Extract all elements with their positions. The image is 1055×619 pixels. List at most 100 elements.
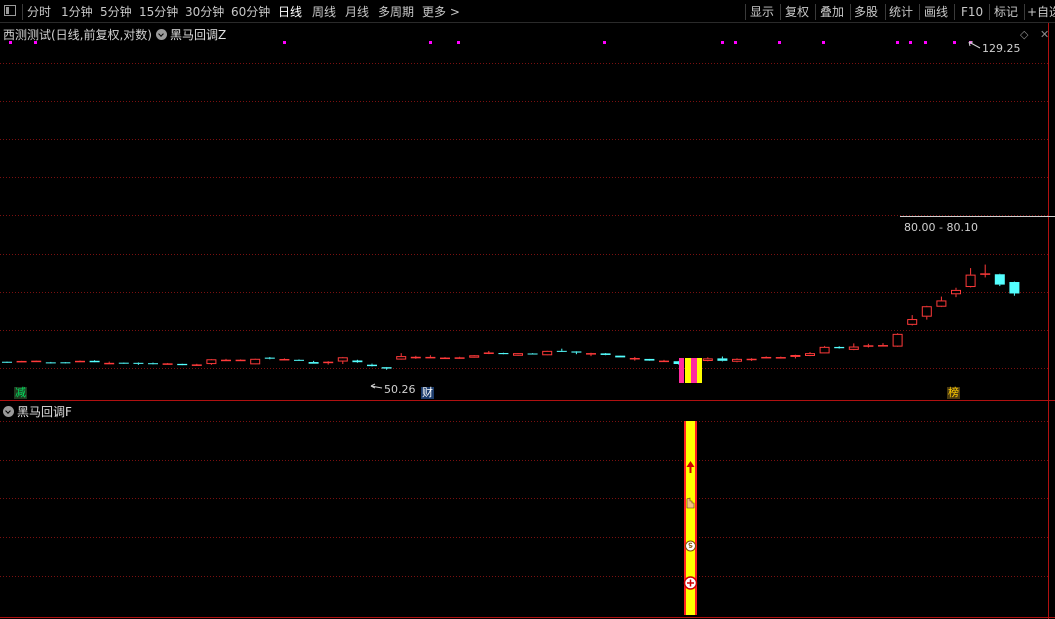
signal-dot — [429, 41, 432, 44]
candle-body — [790, 355, 801, 357]
kline-chart[interactable] — [0, 0, 1055, 619]
candle-body — [133, 362, 144, 364]
candle-body — [60, 362, 71, 364]
candle-body — [221, 359, 231, 362]
candle-body — [863, 345, 874, 347]
signal-dot — [734, 41, 737, 44]
ranking-tag[interactable]: 榜 — [947, 387, 960, 399]
candle-body — [352, 360, 363, 363]
candle-body — [775, 357, 786, 359]
candle-body — [951, 289, 961, 295]
sub-indicator-panel — [683, 421, 698, 615]
candle-body — [31, 360, 42, 363]
candle-body — [615, 355, 626, 358]
annotation-overlays — [370, 41, 1055, 389]
signal-dot — [721, 41, 724, 44]
candle-body — [980, 273, 991, 275]
candle-body — [279, 358, 290, 361]
chart-grid — [0, 23, 1055, 619]
candle-body — [177, 363, 188, 366]
candle-body — [848, 346, 859, 350]
candle-body — [1009, 282, 1020, 294]
candle-body — [440, 357, 450, 360]
candle-body — [367, 364, 377, 367]
candle-body — [162, 363, 173, 365]
candle-body — [819, 346, 830, 354]
candle-body — [892, 333, 903, 347]
signal-dot — [924, 41, 927, 44]
candle-body — [921, 306, 932, 317]
candle-body — [104, 362, 115, 365]
reduce-tag[interactable]: 减 — [14, 387, 27, 399]
candle-body — [2, 361, 12, 363]
candle-body — [469, 355, 480, 358]
close-icon[interactable]: ✕ — [1040, 28, 1049, 41]
sub-indicator-name[interactable]: 黑马回调F — [17, 405, 72, 419]
candle-body — [75, 360, 85, 363]
candle-body — [323, 361, 334, 364]
main-indicator-name[interactable]: 黑马回调Z — [170, 28, 226, 42]
candle-body — [89, 360, 100, 363]
candle-body — [556, 350, 567, 352]
candle-body — [206, 359, 217, 365]
candle-body — [994, 274, 1005, 285]
candle-body — [746, 358, 757, 361]
high-pointer-line — [968, 41, 981, 49]
candle-body — [644, 358, 655, 361]
candle-body — [878, 345, 888, 347]
signal-dot — [953, 41, 956, 44]
finance-tag[interactable]: 财 — [421, 387, 434, 399]
candle-body — [513, 353, 523, 356]
candle-body — [498, 353, 509, 355]
signal-highlight-pink — [691, 358, 697, 383]
signal-highlight-yellow — [685, 358, 691, 383]
diamond-icon[interactable]: ◇ — [1020, 28, 1028, 41]
candle-body — [936, 300, 947, 307]
candle-body — [191, 364, 202, 366]
signal-dot — [896, 41, 899, 44]
candle-body — [294, 359, 304, 361]
sub-chart-title: 黑马回调F — [3, 403, 72, 420]
signal-dot — [778, 41, 781, 44]
candle-body — [425, 356, 436, 359]
candle-body — [659, 360, 669, 363]
signal-highlight-pink — [679, 358, 684, 383]
candle-body — [965, 274, 976, 288]
candle-body — [483, 352, 494, 354]
signal-highlight-yellow — [697, 358, 702, 383]
candle-body — [907, 319, 918, 325]
candle-body — [761, 356, 772, 359]
signal-dot — [457, 41, 460, 44]
candle-body — [148, 363, 158, 365]
signal-dot — [822, 41, 825, 44]
candle-body — [45, 362, 56, 364]
indicator-dropdown-icon[interactable] — [156, 29, 167, 40]
candle-body — [396, 356, 407, 360]
candle-body — [571, 351, 582, 353]
signal-dot — [909, 41, 912, 44]
candle-body — [834, 346, 845, 349]
range-price-label: 80.00 - 80.10 — [904, 221, 978, 234]
candle-body — [717, 358, 728, 361]
low-price-label: 50.26 — [384, 383, 416, 396]
candle-body — [600, 353, 611, 355]
candle-body — [16, 360, 27, 363]
candle-body — [542, 350, 553, 356]
high-price-label: 129.25 — [982, 42, 1021, 55]
candle-body — [454, 357, 465, 359]
candlestick-series — [2, 264, 1020, 370]
candle-body — [381, 367, 392, 369]
candle-body — [235, 359, 246, 362]
candle-body — [732, 358, 742, 362]
candle-body — [629, 357, 640, 360]
candle-body — [527, 353, 538, 355]
security-name: 西测测试(日线,前复权,对数) — [3, 28, 152, 42]
indicator-dropdown-icon[interactable] — [3, 406, 14, 417]
candle-body — [337, 357, 348, 362]
candle-body — [702, 358, 713, 361]
candle-body — [410, 356, 421, 359]
main-chart-title: 西测测试(日线,前复权,对数) 黑马回调Z — [3, 26, 226, 43]
candle-body — [308, 362, 319, 364]
signal-dot — [283, 41, 286, 44]
candle-body — [264, 357, 275, 359]
